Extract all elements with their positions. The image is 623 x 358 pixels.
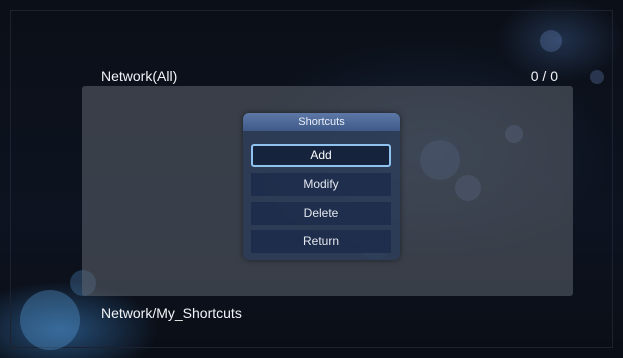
menu-item-return[interactable]: Return — [251, 230, 391, 253]
item-counter: 0 / 0 — [530, 68, 558, 84]
media-player-screen: Network(All) 0 / 0 Shortcuts Add Modify … — [0, 0, 623, 358]
menu-item-modify[interactable]: Modify — [251, 173, 391, 196]
menu-item-delete[interactable]: Delete — [251, 202, 391, 225]
dialog-title: Shortcuts — [243, 113, 400, 131]
menu-item-add[interactable]: Add — [251, 144, 391, 167]
page-title: Network(All) — [101, 68, 178, 84]
shortcuts-dialog: Shortcuts Add Modify Delete Return — [243, 113, 400, 260]
breadcrumb-path: Network/My_Shortcuts — [101, 305, 242, 321]
